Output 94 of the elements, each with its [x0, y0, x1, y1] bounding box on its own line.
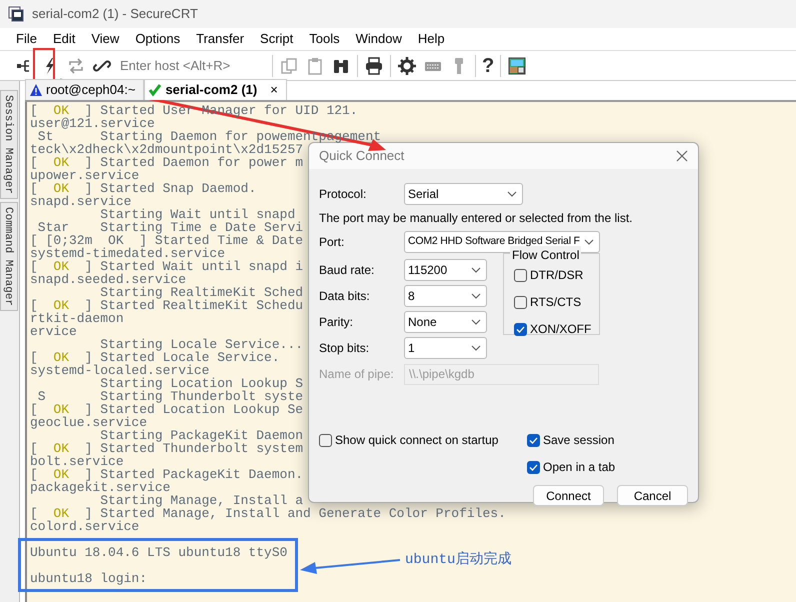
- terminal-line: teck\x2dheck\x2dmountpoint\x2d15257: [30, 143, 304, 156]
- annotation-text: ubuntu启动完成: [405, 550, 512, 570]
- terminal-line: Starting Locale Service...: [99, 338, 304, 351]
- menu-item[interactable]: Options: [127, 29, 188, 49]
- field-label: Stop bits:: [319, 340, 370, 357]
- terminal-line: Starting Wait until snapd: [100, 208, 296, 221]
- terminal-line: [ OK ] Started Locale Service.: [30, 351, 280, 364]
- checkbox[interactable]: [514, 322, 527, 336]
- terminal-line: ervice: [30, 325, 77, 338]
- side-panel-tab[interactable]: Session Manager: [0, 90, 18, 200]
- window-title: serial-com2 (1) - SecureCRT: [32, 5, 198, 24]
- terminal-line: user@121.service: [30, 117, 155, 130]
- select-field[interactable]: 115200: [404, 259, 487, 281]
- select-field[interactable]: None: [404, 311, 487, 333]
- chevron-icon: [471, 293, 481, 299]
- pipe-field: \\.\pipe\kgdb: [404, 364, 599, 384]
- field-label: Baud rate:: [319, 262, 376, 279]
- terminal-line: [ [0;32m OK ] Started Time & Date: [30, 234, 304, 247]
- checkbox[interactable]: [527, 434, 540, 446]
- checkbox[interactable]: [319, 434, 332, 446]
- gear-icon[interactable]: [397, 56, 417, 76]
- chevron-icon: [584, 239, 594, 245]
- host-field[interactable]: Enter host <Alt+R>: [118, 54, 266, 76]
- help-button[interactable]: ?: [482, 56, 494, 76]
- terminal-line: [ OK ] Started Manage, Install and Generate Color Profiles.: [30, 507, 506, 520]
- menu-item[interactable]: File: [8, 29, 45, 49]
- terminal-line: Starting PackageKit Daemon: [100, 429, 304, 442]
- terminal-line: Star Starting Time e Date Servi: [36, 221, 304, 234]
- menu-item[interactable]: Help: [410, 29, 453, 49]
- chevron-icon: [471, 267, 481, 273]
- app-icon: [8, 6, 24, 22]
- terminal-line: [ OK ] Started Wait until snapd i: [30, 260, 304, 273]
- menu-item[interactable]: Edit: [44, 29, 84, 49]
- checkbox-label[interactable]: RTS/CTS: [530, 293, 582, 311]
- field-label: Protocol:: [319, 186, 368, 203]
- terminal-line: snapd.seeded.service: [30, 273, 186, 286]
- field-label: Name of pipe:: [319, 366, 395, 383]
- terminal-line: [ OK ] Started Thunderbolt system: [30, 442, 304, 455]
- terminal-line: colord.service: [30, 520, 140, 533]
- check-icon: [148, 83, 162, 97]
- checkbox[interactable]: [514, 268, 527, 282]
- terminal-line: ubuntu18 login:: [30, 572, 148, 585]
- lock-icon[interactable]: [507, 56, 528, 76]
- terminal-line: Starting RealtimeKit Sched: [100, 286, 304, 299]
- chevron-icon: [507, 191, 517, 197]
- dialog-title: Quick Connect: [319, 147, 404, 166]
- menu-item[interactable]: Tools: [301, 29, 348, 49]
- close-icon[interactable]: [676, 150, 688, 162]
- dialog-button[interactable]: Connect: [533, 485, 604, 506]
- terminal-line: [ OK ] Started RealtimeKit Schedu: [30, 299, 304, 312]
- printer-icon[interactable]: [364, 56, 384, 76]
- menu-item[interactable]: Transfer: [188, 29, 252, 49]
- terminal-line: bolt.service: [30, 455, 124, 468]
- chevron-icon: [471, 319, 481, 325]
- terminal-line: snapd.service: [30, 195, 132, 208]
- field-label: Parity:: [319, 314, 354, 331]
- menu-item[interactable]: View: [83, 29, 128, 49]
- field-label: Data bits:: [319, 288, 371, 305]
- checkbox-label[interactable]: DTR/DSR: [530, 266, 584, 284]
- terminal-line: Ubuntu 18.04.6 LTS ubuntu18 ttyS0: [30, 546, 288, 559]
- terminal-line: rtkit-daemon: [30, 312, 124, 325]
- checkbox-label[interactable]: Open in a tab: [543, 458, 616, 476]
- checkbox[interactable]: [514, 296, 527, 308]
- menu-item[interactable]: Script: [252, 29, 302, 49]
- field-label: Port:: [319, 234, 346, 251]
- hint-text: The port may be manually entered or selected from the list.: [319, 210, 634, 227]
- select-field[interactable]: 1: [404, 337, 487, 359]
- warning-icon: [29, 83, 43, 97]
- dialog-button[interactable]: Cancel: [617, 485, 688, 506]
- terminal-line: Starting Manage, Install a: [100, 494, 304, 507]
- terminal-line: Starting Location Lookup S: [100, 377, 304, 390]
- terminal-line: systemd-timedated.service: [30, 247, 226, 260]
- terminal-line: geoclue.service: [30, 416, 148, 429]
- terminal-line: [ OK ] Started Location Lookup Se: [30, 403, 304, 416]
- terminal-line: upower.service: [30, 169, 140, 182]
- checkbox[interactable]: [527, 460, 540, 474]
- side-panel-tab[interactable]: Command Manager: [0, 202, 18, 312]
- close-button[interactable]: ×: [270, 80, 278, 100]
- checkbox-label[interactable]: Show quick connect on startup: [335, 431, 498, 449]
- session-tab[interactable]: serial-com2 (1) ×: [144, 79, 287, 100]
- terminal-line: [ OK ] Started PackageKit Daemon.: [30, 468, 304, 481]
- checkbox-label[interactable]: Save session: [543, 431, 614, 449]
- checkbox-label[interactable]: XON/XOFF: [530, 320, 592, 338]
- terminal-line: packagekit.service: [30, 481, 170, 494]
- chevron-icon: [471, 345, 481, 351]
- terminal-line: [ OK ] Started Snap Daemod.: [30, 182, 256, 195]
- terminal-line: systemd-localed.service: [30, 364, 210, 377]
- menu-item[interactable]: Window: [348, 29, 410, 49]
- select-field[interactable]: 8: [404, 285, 487, 307]
- reconnect-icon[interactable]: [66, 56, 86, 76]
- terminal-line: [ OK ] Started Daemon for power m: [30, 156, 304, 169]
- terminal-line: S Starting Thunderbolt syste: [36, 390, 304, 403]
- select-field[interactable]: Serial: [404, 183, 523, 205]
- session-tab[interactable]: root@ceph04:~: [25, 79, 144, 100]
